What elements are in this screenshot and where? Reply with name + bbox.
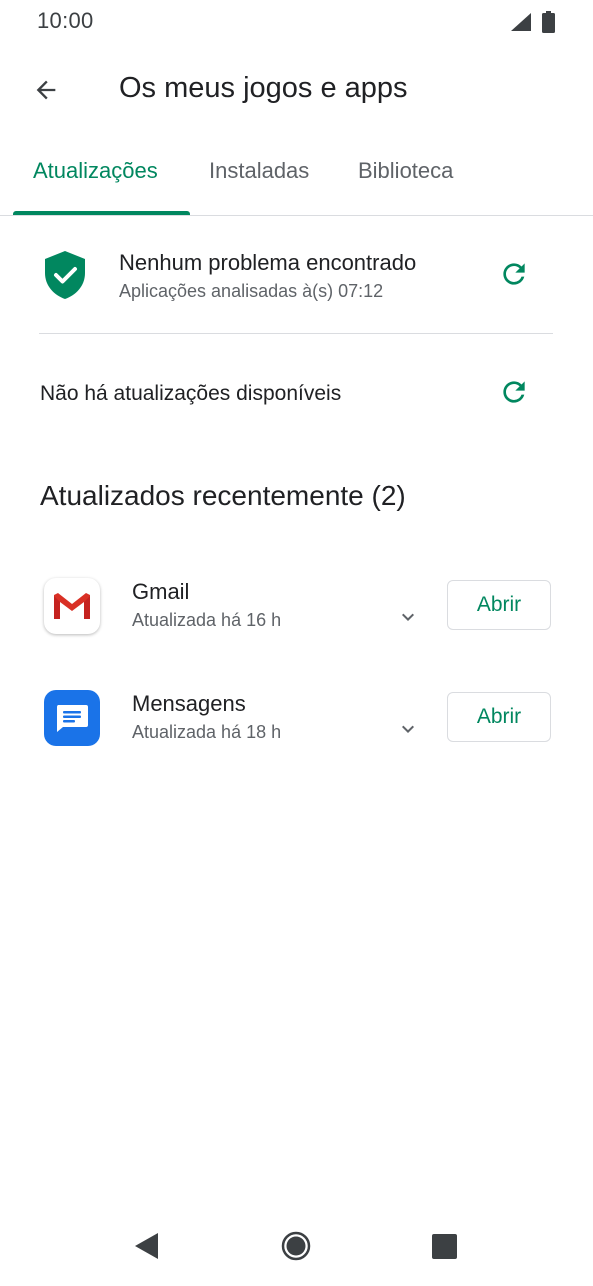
nav-home-button[interactable] <box>281 1231 311 1266</box>
app-name-gmail: Gmail <box>132 579 190 604</box>
gmail-icon[interactable] <box>44 578 100 634</box>
open-gmail-button[interactable]: Abrir <box>447 580 551 630</box>
section-divider <box>39 333 553 334</box>
nav-recents-button[interactable] <box>432 1234 457 1259</box>
arrow-back-icon <box>32 76 60 109</box>
signal-icon <box>510 12 532 37</box>
recently-updated-title: Atualizados recentemente (2) <box>40 480 406 511</box>
refresh-icon <box>498 376 530 413</box>
nav-back-icon <box>133 1233 159 1264</box>
nav-home-icon <box>281 1231 311 1265</box>
play-protect-title: Nenhum problema encontrado <box>119 250 417 275</box>
expand-gmail-button[interactable] <box>396 607 420 631</box>
refresh-icon <box>498 258 530 295</box>
play-protect-subtitle: Aplicações analisadas à(s) 07:12 <box>119 281 384 301</box>
tab-installed[interactable]: Instaladas <box>209 158 309 184</box>
tab-library[interactable]: Biblioteca <box>358 158 453 184</box>
open-messages-button[interactable]: Abrir <box>447 692 551 742</box>
refresh-scan-button[interactable] <box>494 256 534 296</box>
tabs-divider <box>0 215 593 216</box>
chevron-down-icon <box>396 605 420 634</box>
page-title: Os meus jogos e apps <box>119 72 408 104</box>
check-updates-button[interactable] <box>494 374 534 414</box>
battery-icon <box>542 11 555 38</box>
expand-messages-button[interactable] <box>396 719 420 743</box>
messages-icon[interactable] <box>44 690 100 746</box>
nav-back-button[interactable] <box>133 1232 159 1265</box>
status-time: 10:00 <box>37 8 94 33</box>
app-name-messages: Mensagens <box>132 691 246 716</box>
tab-updates[interactable]: Atualizações <box>33 158 158 184</box>
chevron-down-icon <box>396 717 420 746</box>
app-updated-messages: Atualizada há 18 h <box>132 722 282 742</box>
shield-check-icon <box>43 250 87 305</box>
no-updates-message: Não há atualizações disponíveis <box>40 382 342 405</box>
back-button[interactable] <box>22 68 70 116</box>
app-updated-gmail: Atualizada há 16 h <box>132 610 282 630</box>
